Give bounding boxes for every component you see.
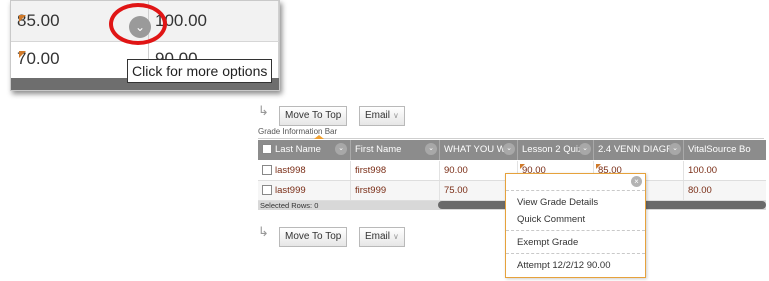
column-header-venn-diagram[interactable]: 2.4 VENN DIAGR ⌄ [594, 140, 684, 160]
email-button[interactable]: Email ∨ [359, 227, 405, 247]
email-label: Email [365, 110, 391, 121]
highlight-circle [109, 3, 167, 45]
grade-value: 90.00 [444, 165, 468, 176]
chevron-down-icon[interactable]: ⌄ [579, 143, 591, 155]
header-label: First Name [355, 144, 402, 155]
column-header-lesson-2-quiz[interactable]: Lesson 2 Quiz ⌄ [518, 140, 594, 160]
select-all-checkbox[interactable] [262, 144, 272, 155]
column-header-vitalsource[interactable]: VitalSource Bo [684, 140, 766, 160]
grade-information-bar: Grade Information Bar [258, 126, 764, 139]
zoom-grade-cell: 8 [279, 1, 280, 41]
grid-header-row: Last Name ⌄ First Name ⌄ WHAT YOU WIL ⌄ … [258, 140, 766, 160]
zoom-callout: 85.00 100.00 8 70.00 90.00 7 ⌄ Click for… [10, 0, 280, 91]
header-label: Last Name [275, 144, 321, 155]
grade-flag-icon [19, 51, 26, 58]
move-to-top-label: Move To Top [285, 231, 342, 242]
grade-flag-icon [520, 164, 525, 169]
row-checkbox[interactable] [262, 165, 272, 176]
last-name: last998 [275, 165, 306, 176]
grade-value: 100.00 [688, 165, 718, 176]
header-label: VitalSource Bo [688, 144, 751, 155]
grade-value: 75.00 [444, 185, 468, 196]
first-name-cell[interactable]: first999 [351, 181, 440, 200]
chevron-down-icon: ∨ [393, 232, 399, 241]
last-name-cell[interactable]: last999 [258, 181, 351, 200]
grade-flag-icon [596, 164, 601, 169]
info-bar-label: Grade Information Bar [258, 127, 338, 136]
menu-item-view-grade-details[interactable]: View Grade Details [506, 194, 645, 212]
column-header-what-you-wil[interactable]: WHAT YOU WIL ⌄ [440, 140, 518, 160]
tooltip: Click for more options [127, 59, 273, 83]
chevron-down-icon[interactable]: ⌄ [669, 143, 681, 155]
grade-flag-icon [19, 15, 26, 22]
selected-rows-count: Selected Rows: 0 [260, 201, 319, 210]
chevron-down-icon[interactable]: ⌄ [425, 143, 437, 155]
last-name: last999 [275, 185, 306, 196]
zoom-grade-cell[interactable]: 100.00 [149, 1, 279, 41]
email-label: Email [365, 231, 391, 242]
top-action-bar: ↳ Move To Top Email ∨ [253, 103, 766, 127]
first-name: first999 [355, 185, 387, 196]
row-checkbox[interactable] [262, 185, 272, 196]
chevron-down-icon[interactable]: ⌄ [335, 143, 347, 155]
header-label: 2.4 VENN DIAGR [598, 144, 673, 155]
email-button[interactable]: Email ∨ [359, 106, 405, 126]
header-label: Lesson 2 Quiz [522, 144, 583, 155]
menu-item-exempt-grade[interactable]: Exempt Grade [506, 234, 645, 254]
grade-options-menu: × View Grade Details Quick Comment Exemp… [505, 173, 646, 278]
move-to-top-button[interactable]: Move To Top [279, 106, 348, 126]
menu-header: × [506, 174, 645, 191]
menu-item-quick-comment[interactable]: Quick Comment [506, 211, 645, 231]
close-icon[interactable]: × [631, 176, 642, 187]
chevron-down-icon: ∨ [393, 111, 399, 120]
info-indicator-icon [314, 135, 324, 139]
move-to-top-label: Move To Top [285, 110, 342, 121]
grade-cell[interactable]: 100.00 [684, 161, 766, 180]
chevron-down-icon[interactable]: ⌄ [503, 143, 515, 155]
menu-item-attempt[interactable]: Attempt 12/2/12 90.00 [506, 257, 645, 275]
last-name-cell[interactable]: last998 [258, 161, 351, 180]
first-name-cell[interactable]: first998 [351, 161, 440, 180]
zoom-grade-cell: 7 [279, 42, 280, 78]
corner-arrow-icon: ↳ [258, 224, 269, 239]
move-to-top-button[interactable]: Move To Top [279, 227, 348, 247]
grade-value: 80.00 [688, 185, 712, 196]
column-header-last-name[interactable]: Last Name ⌄ [258, 140, 351, 160]
first-name: first998 [355, 165, 387, 176]
column-header-first-name[interactable]: First Name ⌄ [351, 140, 440, 160]
corner-arrow-icon: ↳ [258, 103, 269, 118]
grade-cell[interactable]: 80.00 [684, 181, 766, 200]
